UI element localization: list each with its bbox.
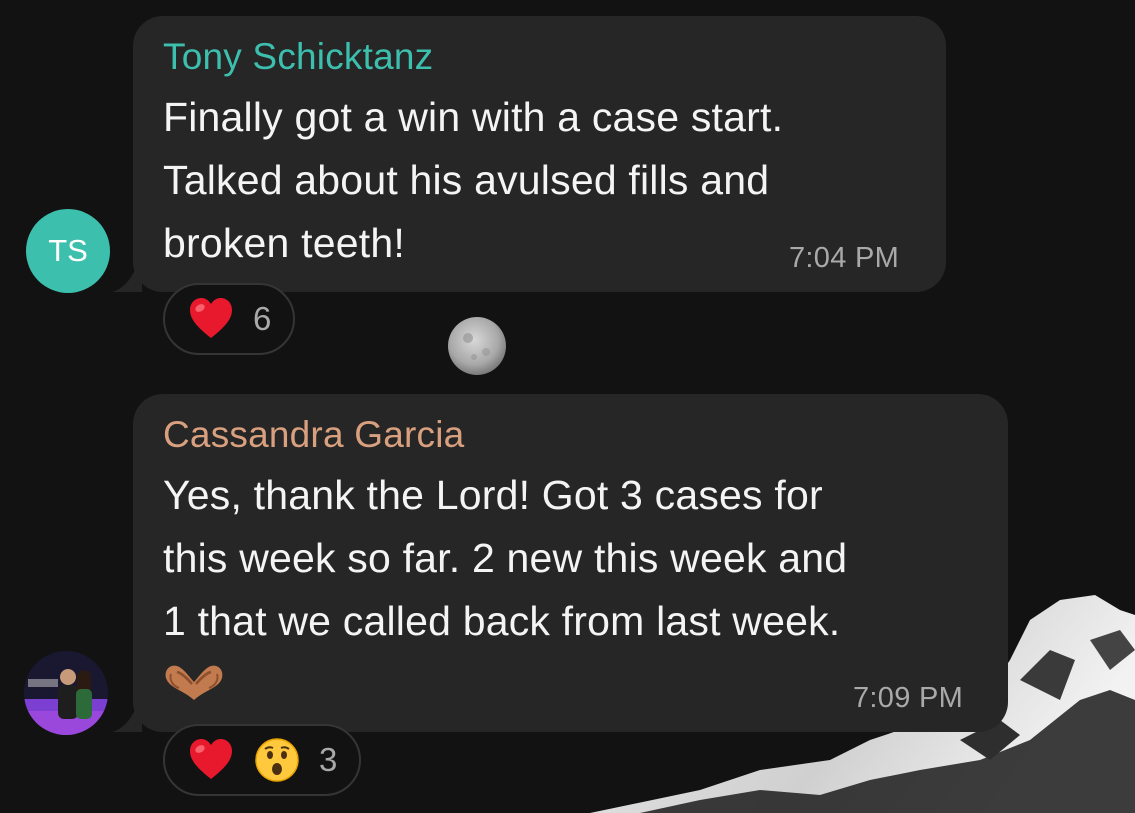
message-text: Finally got a win with a case start. Tal… — [163, 86, 783, 275]
message-bubble[interactable]: Tony Schicktanz Finally got a win with a… — [133, 16, 946, 292]
message-bubble[interactable]: Cassandra Garcia Yes, thank the Lord! Go… — [133, 394, 1008, 732]
message-line: Yes, thank the Lord! Got 3 cases for — [163, 472, 823, 518]
message-line: Talked about his avulsed fills and — [163, 157, 770, 203]
red-heart-icon[interactable] — [187, 295, 235, 343]
avatar[interactable]: TS — [26, 209, 110, 293]
red-heart-icon[interactable] — [187, 736, 235, 784]
reactions-bar[interactable]: 6 — [163, 283, 296, 355]
message-line: broken teeth! — [163, 220, 405, 266]
avatar-initials: TS — [48, 233, 88, 268]
reaction-count: 3 — [319, 741, 338, 778]
avatar[interactable] — [24, 651, 108, 735]
message-text: Yes, thank the Lord! Got 3 cases for thi… — [163, 464, 847, 653]
avatar-photo — [24, 651, 108, 735]
sender-name[interactable]: Tony Schicktanz — [163, 36, 433, 78]
surprised-face-icon[interactable] — [253, 736, 301, 784]
message-line: this week so far. 2 new this week and — [163, 535, 848, 581]
sender-name-text: Tony Schicktanz — [163, 36, 434, 77]
reactions-bar[interactable]: 3 — [163, 724, 362, 796]
moon-icon — [448, 317, 506, 375]
sender-name-text: Cassandra Garcia — [163, 414, 465, 455]
message-timestamp: 7:09 PM — [853, 682, 964, 714]
message-line: 1 that we called back from last week. — [163, 598, 841, 644]
message-line: Finally got a win with a case start. — [163, 94, 784, 140]
sender-name[interactable]: Cassandra Garcia — [163, 414, 464, 456]
heart-hands-icon — [165, 665, 223, 700]
reaction-count: 6 — [253, 300, 272, 337]
message-timestamp: 7:04 PM — [789, 242, 900, 274]
